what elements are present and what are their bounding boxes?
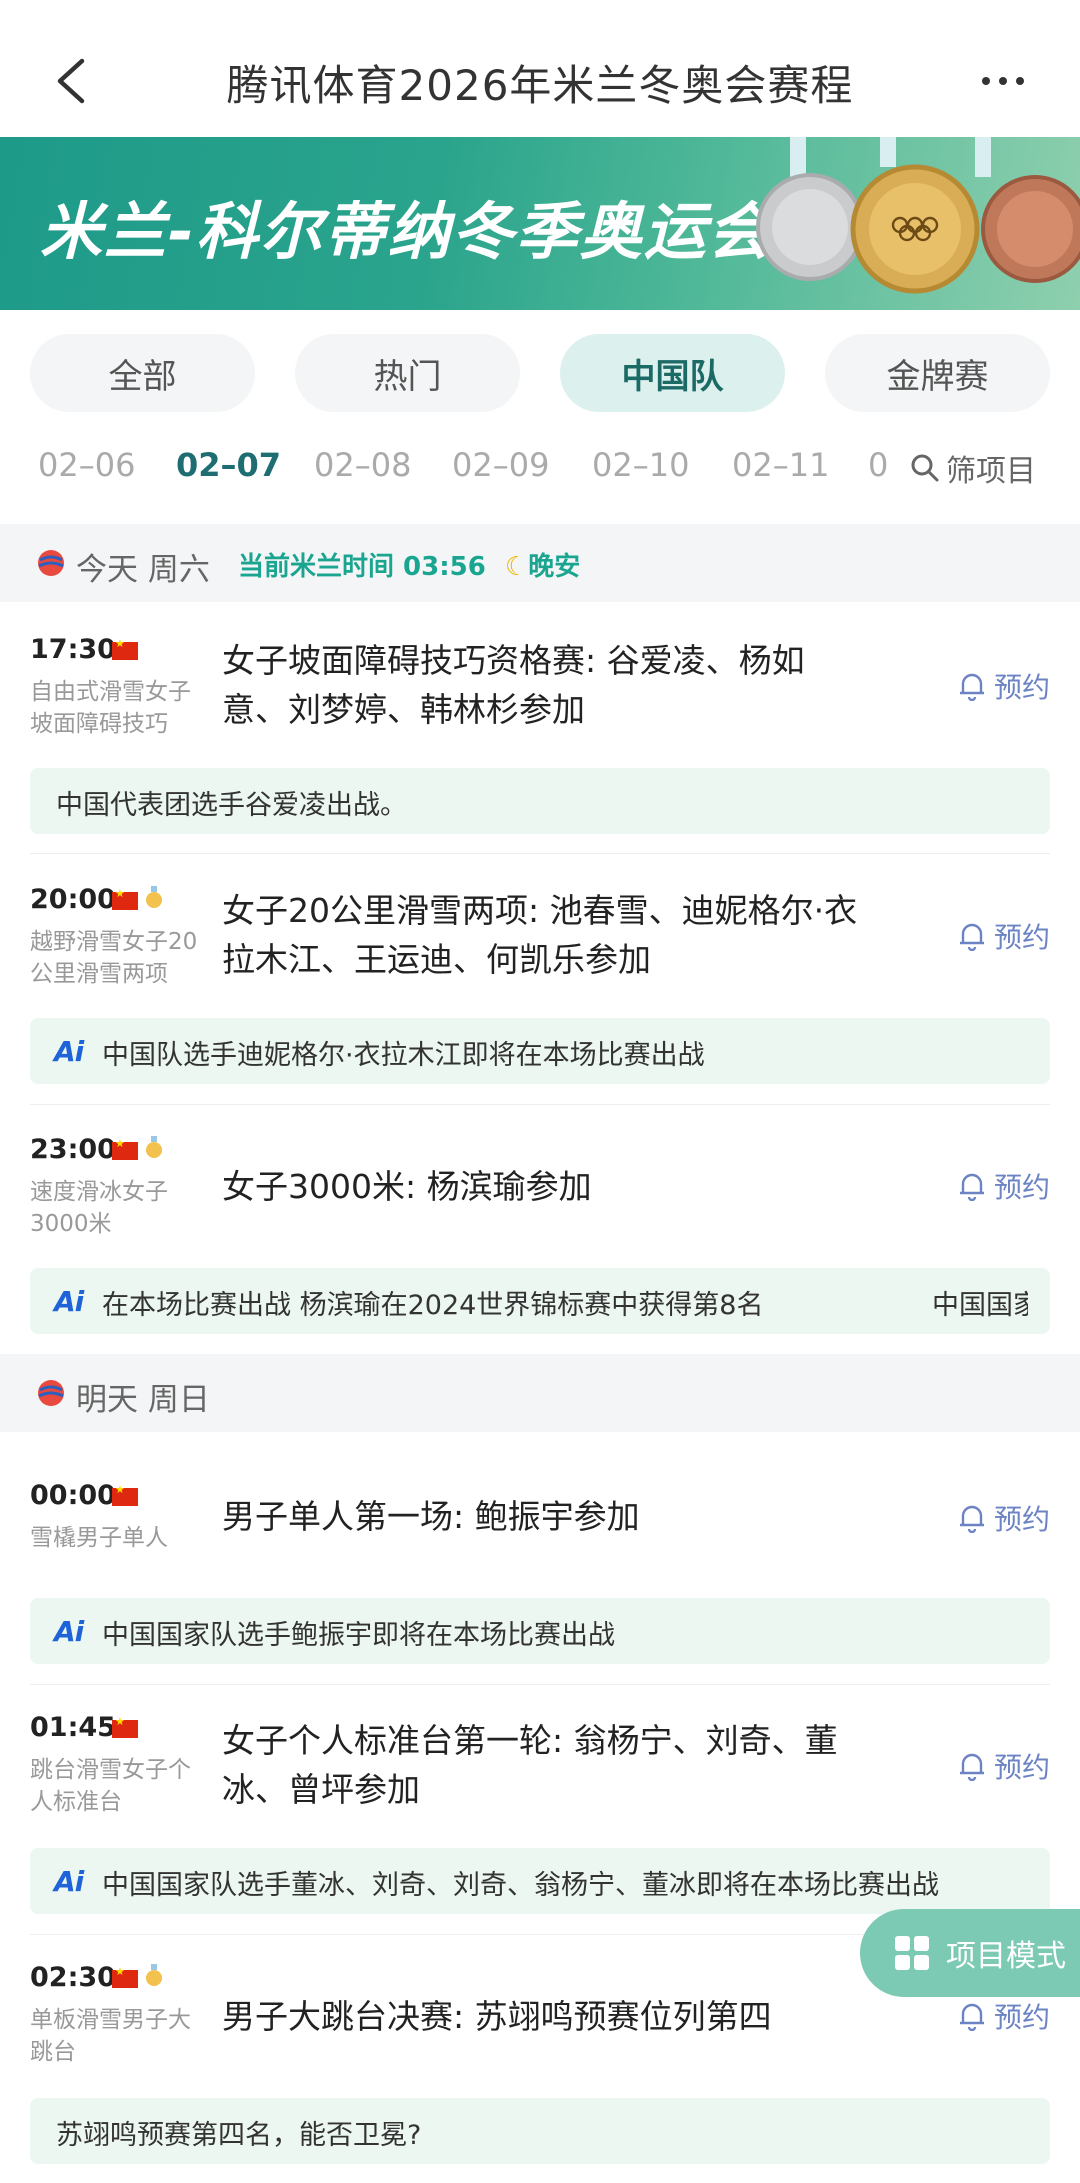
reserve-button[interactable]: 预约 — [958, 1996, 1050, 2036]
ai-badge: Ai — [54, 1615, 84, 1648]
moon-icon: ☾ — [504, 552, 529, 582]
reserve-button[interactable]: 预约 — [958, 666, 1050, 706]
tab-china-team[interactable]: 中国队 — [560, 334, 785, 412]
filter-button[interactable]: 筛项目 — [892, 446, 1036, 490]
reserve-button[interactable]: 预约 — [958, 1166, 1050, 1206]
china-flag-icon — [112, 637, 138, 660]
event-title: 女子3000米: 杨滨瑜参加 — [222, 1167, 592, 1206]
day-header-today: 今天 周六 当前米兰时间 03:56 ☾晚安 — [0, 524, 1080, 602]
reserve-button[interactable]: 预约 — [958, 1746, 1050, 1786]
category-tabs: 全部 热门 中国队 金牌赛 — [30, 334, 1050, 412]
filter-label: 筛项目 — [946, 454, 1036, 489]
event-time: 00:00 — [30, 1480, 116, 1511]
divider — [30, 1104, 1050, 1105]
tab-hot[interactable]: 热门 — [295, 334, 520, 412]
china-flag-icon — [112, 1137, 138, 1160]
date-tab[interactable]: 02–08 — [314, 446, 411, 484]
event-sport: 越野滑雪女子20公里滑雪两项 — [30, 929, 198, 987]
event-note: Ai 在本场比赛出战 杨滨瑜在2024世界锦标赛中获得第8名 中国国家 — [30, 1268, 1050, 1334]
tab-all[interactable]: 全部 — [30, 334, 255, 412]
event-note: 中国代表团选手谷爱凌出战。 — [30, 768, 1050, 834]
date-tab[interactable]: 02–10 — [592, 446, 689, 484]
bell-icon — [959, 2003, 984, 2031]
china-flag-icon — [112, 1965, 138, 1988]
gold-medal-icon — [146, 886, 162, 908]
reserve-button[interactable]: 预约 — [958, 916, 1050, 956]
medals-illustration — [756, 137, 1080, 294]
date-tab[interactable]: 02–06 — [38, 446, 135, 484]
event-note: Ai 中国国家队选手鲍振宇即将在本场比赛出战 — [30, 1598, 1050, 1664]
note-text: 中国国家队选手鲍振宇即将在本场比赛出战 — [102, 1620, 615, 1651]
china-flag-icon — [112, 1715, 138, 1738]
event-title: 女子坡面障碍技巧资格赛: 谷爱凌、杨如意、刘梦婷、韩林杉参加 — [222, 641, 805, 729]
banner-title: 米兰-科尔蒂纳冬季奥运会 — [40, 195, 772, 268]
event-time: 23:00 — [30, 1134, 116, 1165]
gold-medal-icon — [146, 1136, 162, 1158]
event-note: 苏翊鸣预赛第四名，能否卫冕? — [30, 2098, 1050, 2164]
divider — [30, 1684, 1050, 1685]
event-note: Ai 中国队选手迪妮格尔·衣拉木江即将在本场比赛出战 — [30, 1018, 1050, 1084]
event-title: 男子大跳台决赛: 苏翊鸣预赛位列第四 — [222, 1997, 772, 2036]
event-title: 女子20公里滑雪两项: 池春雪、迪妮格尔·衣拉木江、王运迪、何凯乐参加 — [222, 891, 858, 979]
day-label: 今天 周六 — [76, 552, 210, 588]
tab-gold-medal[interactable]: 金牌赛 — [825, 334, 1050, 412]
ai-badge: Ai — [54, 1865, 84, 1898]
date-tab[interactable]: 02–11 — [732, 446, 829, 484]
event-time: 17:30 — [30, 634, 116, 665]
date-tab[interactable]: 02–09 — [452, 446, 549, 484]
china-flag-icon — [112, 887, 138, 910]
china-flag-icon — [112, 1483, 138, 1506]
bell-icon — [959, 1173, 984, 1201]
day-header-tomorrow: 明天 周日 — [0, 1354, 1080, 1432]
event-sport: 雪橇男子单人 — [30, 1525, 168, 1551]
grid-icon — [895, 1936, 929, 1970]
event-note: Ai 中国国家队选手董冰、刘奇、刘奇、翁杨宁、董冰即将在本场比赛出战 — [30, 1848, 1050, 1914]
olympics-logo-icon — [38, 550, 64, 576]
divider — [30, 853, 1050, 854]
note-text: 在本场比赛出战 杨滨瑜在2024世界锦标赛中获得第8名 — [102, 1290, 764, 1321]
date-tab-active[interactable]: 02–07 — [176, 446, 282, 484]
olympics-logo-icon — [38, 1380, 64, 1406]
event-sport: 跳台滑雪女子个人标准台 — [30, 1757, 191, 1815]
ai-badge: Ai — [54, 1035, 84, 1068]
search-icon — [911, 454, 939, 482]
olympics-banner[interactable]: 米兰-科尔蒂纳冬季奥运会 — [0, 137, 1080, 310]
more-options-icon[interactable] — [978, 66, 1028, 96]
event-title: 男子单人第一场: 鲍振宇参加 — [222, 1497, 640, 1536]
event-sport: 速度滑冰女子3000米 — [30, 1179, 168, 1237]
reserve-button[interactable]: 预约 — [958, 1498, 1050, 1538]
event-sport: 自由式滑雪女子坡面障碍技巧 — [30, 679, 191, 737]
bell-icon — [959, 923, 984, 951]
ai-badge: Ai — [54, 1285, 84, 1318]
note-text-scrolling: 中国国家 — [932, 1290, 1028, 1321]
note-text: 中国代表团选手谷爱凌出战。 — [56, 790, 407, 821]
gold-medal-icon — [146, 1964, 162, 1986]
project-mode-button[interactable]: 项目模式 — [860, 1909, 1080, 1997]
bell-icon — [959, 1753, 984, 1781]
date-selector: 02–06 02–07 02–08 02–09 02–10 02–11 0 筛项… — [0, 440, 1080, 500]
bell-icon — [959, 673, 984, 701]
nav-bar: 腾讯体育2026年米兰冬奥会赛程 — [0, 0, 1080, 137]
fab-label: 项目模式 — [946, 1939, 1066, 1974]
event-time: 20:00 — [30, 884, 116, 915]
event-title: 女子个人标准台第一轮: 翁杨宁、刘奇、董冰、曾坪参加 — [222, 1721, 838, 1809]
day-label: 明天 周日 — [76, 1382, 210, 1418]
bell-icon — [959, 1505, 984, 1533]
event-time: 02:30 — [30, 1962, 116, 1993]
event-sport: 单板滑雪男子大跳台 — [30, 2007, 191, 2065]
page-title: 腾讯体育2026年米兰冬奥会赛程 — [226, 61, 854, 110]
note-text: 苏翊鸣预赛第四名，能否卫冕? — [56, 2120, 422, 2151]
milan-time: 当前米兰时间 03:56 ☾晚安 — [238, 552, 581, 582]
note-text: 中国队选手迪妮格尔·衣拉木江即将在本场比赛出战 — [102, 1040, 705, 1071]
note-text: 中国国家队选手董冰、刘奇、刘奇、翁杨宁、董冰即将在本场比赛出战 — [102, 1870, 939, 1901]
date-tab[interactable]: 0 — [868, 446, 888, 484]
event-time: 01:45 — [30, 1712, 116, 1743]
